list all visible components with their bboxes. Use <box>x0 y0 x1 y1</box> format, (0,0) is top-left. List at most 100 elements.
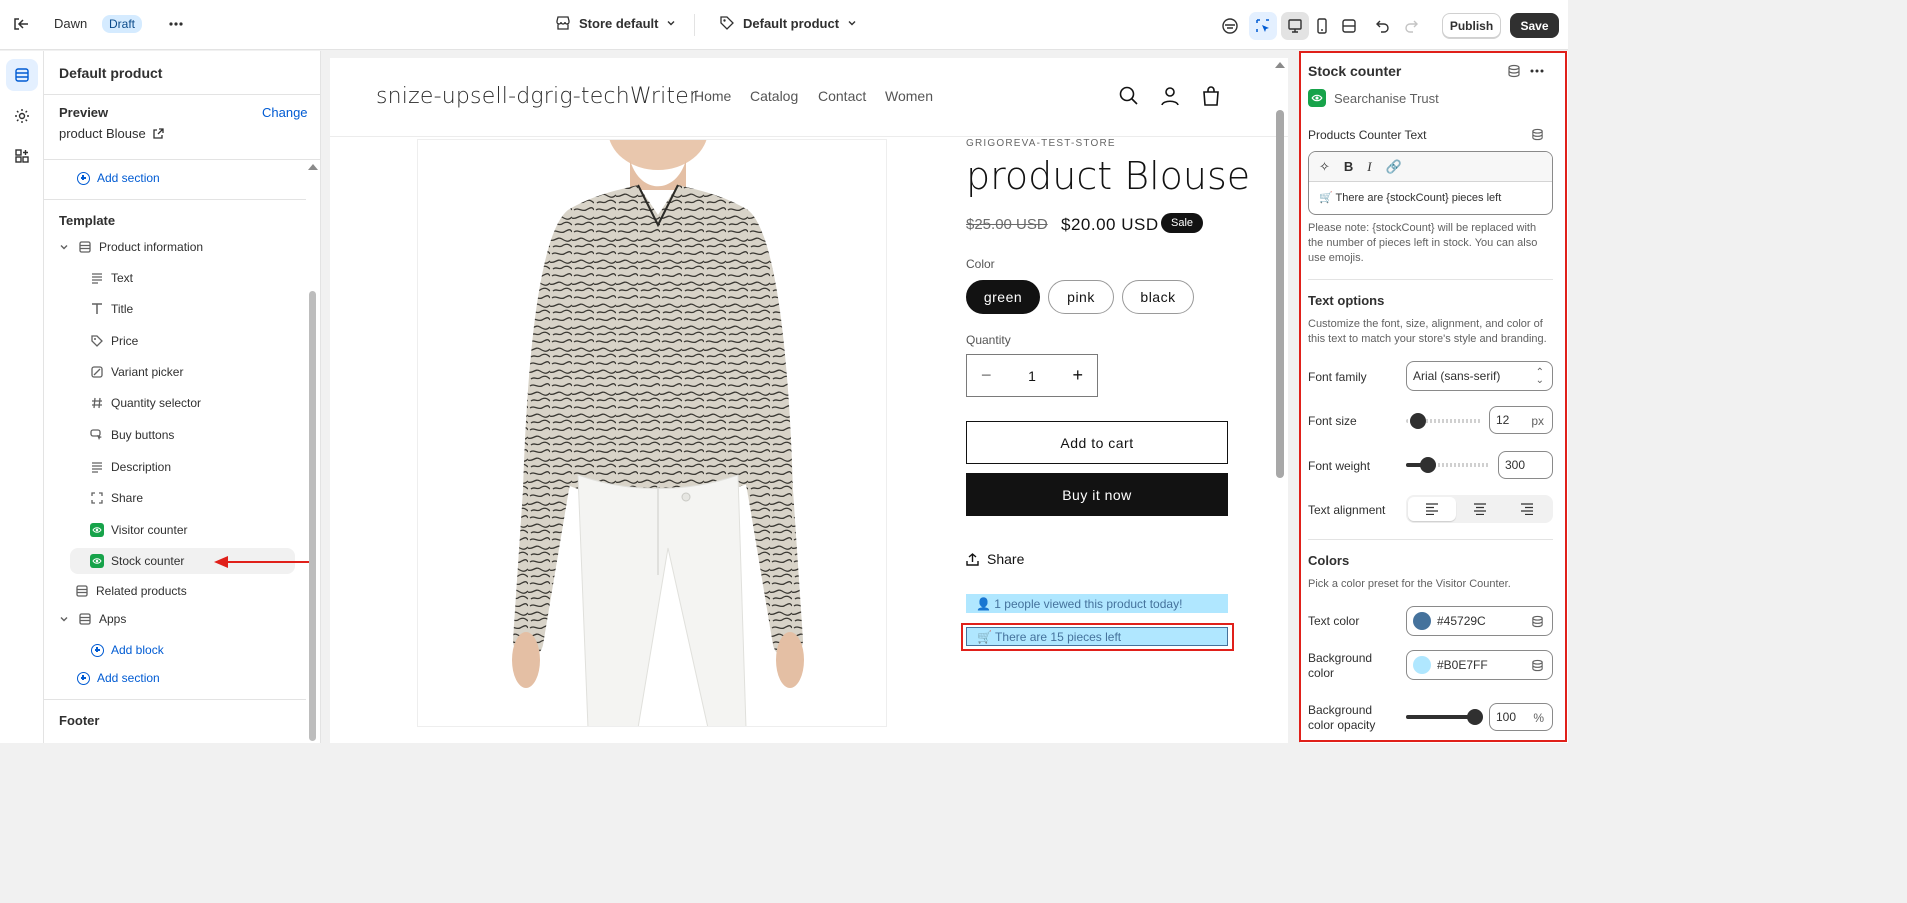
mobile-view-icon[interactable] <box>1308 12 1336 40</box>
block-label: Price <box>111 334 139 348</box>
cart-icon[interactable] <box>1199 84 1223 108</box>
bg-color-value[interactable]: #B0E7FF <box>1437 658 1488 672</box>
ai-assistant-icon[interactable] <box>1216 12 1244 40</box>
align-center-button[interactable] <box>1456 497 1504 521</box>
section-related-products[interactable]: Related products <box>74 578 320 604</box>
counter-text-editor[interactable]: ✧ B I 🔗 🛒 There are {stockCount} pieces … <box>1308 151 1553 215</box>
text-options-heading: Text options <box>1308 293 1385 308</box>
slider-handle[interactable] <box>1410 413 1426 429</box>
quantity-stepper[interactable]: − 1 + <box>966 354 1098 397</box>
font-family-select[interactable]: Arial (sans-serif) ⌃ ⌄ <box>1406 361 1553 391</box>
template-select[interactable]: Default product <box>719 15 857 31</box>
change-preview-link[interactable]: Change <box>262 105 308 120</box>
database-icon[interactable] <box>1531 659 1544 672</box>
font-size-slider[interactable] <box>1406 413 1481 429</box>
font-weight-value: 300 <box>1505 458 1526 472</box>
text-color-picker[interactable]: #45729C <box>1406 606 1553 636</box>
color-swatch[interactable] <box>1413 656 1431 674</box>
nav-home[interactable]: Home <box>694 88 731 104</box>
desktop-view-icon[interactable] <box>1281 12 1309 40</box>
add-block-label: Add block <box>111 643 164 657</box>
add-section-bottom-button[interactable]: Add section <box>77 671 160 685</box>
link-icon[interactable]: 🔗 <box>1386 159 1402 175</box>
unit-label: % <box>1533 711 1544 725</box>
block-title[interactable]: Title <box>89 296 320 322</box>
scroll-up-icon[interactable] <box>308 164 318 170</box>
block-price[interactable]: Price <box>89 328 320 354</box>
block-buy-buttons[interactable]: Buy buttons <box>89 422 320 448</box>
database-icon[interactable] <box>1531 128 1544 141</box>
add-block-button[interactable]: Add block <box>91 643 164 657</box>
fullscreen-view-icon[interactable] <box>1335 12 1363 40</box>
minus-icon[interactable]: − <box>981 365 992 386</box>
database-icon[interactable] <box>1507 64 1521 78</box>
settings-gear-icon[interactable] <box>6 100 38 132</box>
preview-product[interactable]: product Blouse <box>59 126 164 141</box>
scroll-up-icon[interactable] <box>1275 62 1285 68</box>
bg-opacity-slider[interactable] <box>1406 709 1483 725</box>
publish-button[interactable]: Publish <box>1442 13 1501 38</box>
panel-title: Default product <box>59 65 163 81</box>
font-weight-slider[interactable] <box>1406 457 1490 473</box>
apps-grid-icon[interactable] <box>6 140 38 172</box>
block-variant-picker[interactable]: Variant picker <box>89 359 320 385</box>
bg-opacity-input[interactable]: 100 % <box>1489 703 1553 731</box>
account-icon[interactable] <box>1158 84 1182 108</box>
color-option-pink[interactable]: pink <box>1048 280 1114 314</box>
store-name[interactable]: snize-upsell-dgrig-techWriter <box>376 84 698 109</box>
plus-icon[interactable]: + <box>1072 365 1083 386</box>
align-right-button[interactable] <box>1503 497 1551 521</box>
bg-opacity-label: Background color opacity <box>1308 703 1376 732</box>
font-weight-input[interactable]: 300 <box>1498 451 1553 479</box>
add-to-cart-button[interactable]: Add to cart <box>966 421 1228 464</box>
scrollbar[interactable] <box>309 291 316 741</box>
preview-label: Preview <box>59 105 109 120</box>
nav-contact[interactable]: Contact <box>818 88 866 104</box>
bg-color-picker[interactable]: #B0E7FF <box>1406 650 1553 680</box>
font-size-input[interactable]: 12 px <box>1489 406 1553 434</box>
section-product-information[interactable]: Product information <box>59 234 309 260</box>
more-options-icon[interactable] <box>1529 64 1545 78</box>
sections-icon[interactable] <box>6 59 38 91</box>
theme-name: Dawn <box>54 16 88 31</box>
exit-icon[interactable] <box>12 15 30 33</box>
color-option-green[interactable]: green <box>966 280 1040 314</box>
preview-scrollbar[interactable] <box>1276 110 1284 478</box>
more-actions-icon[interactable] <box>166 14 186 34</box>
section-apps[interactable]: Apps <box>59 606 309 632</box>
search-icon[interactable] <box>1117 84 1141 108</box>
color-option-black[interactable]: black <box>1122 280 1194 314</box>
buy-it-now-button[interactable]: Buy it now <box>966 473 1228 516</box>
quantity-value[interactable]: 1 <box>1028 368 1036 384</box>
chevron-down-icon[interactable] <box>59 242 69 252</box>
slider-handle[interactable] <box>1420 457 1436 473</box>
block-visitor-counter[interactable]: Visitor counter <box>89 517 320 543</box>
block-share[interactable]: Share <box>89 485 320 511</box>
redo-icon[interactable] <box>1398 12 1426 40</box>
share-button[interactable]: Share <box>966 551 1024 567</box>
block-quantity-selector[interactable]: Quantity selector <box>89 390 320 416</box>
text-color-value[interactable]: #45729C <box>1437 614 1486 628</box>
font-family-value: Arial (sans-serif) <box>1413 369 1501 383</box>
counter-text-input[interactable]: 🛒 There are {stockCount} pieces left <box>1309 182 1552 213</box>
block-text[interactable]: Text <box>89 265 320 291</box>
nav-women[interactable]: Women <box>885 88 933 104</box>
external-link-icon[interactable] <box>152 127 164 140</box>
bold-icon[interactable]: B <box>1344 159 1353 174</box>
store-select[interactable]: Store default <box>555 15 676 31</box>
ai-sparkle-icon[interactable]: ✧ <box>1319 159 1330 175</box>
undo-icon[interactable] <box>1368 12 1396 40</box>
block-description[interactable]: Description <box>89 454 320 480</box>
align-left-button[interactable] <box>1408 497 1456 521</box>
add-section-top-button[interactable]: Add section <box>77 171 160 185</box>
inspector-icon[interactable] <box>1249 12 1277 40</box>
chevron-down-icon[interactable] <box>59 614 69 624</box>
slider-handle[interactable] <box>1467 709 1483 725</box>
nav-catalog[interactable]: Catalog <box>750 88 798 104</box>
italic-icon[interactable]: I <box>1367 159 1371 175</box>
divider <box>44 699 306 700</box>
product-image[interactable] <box>417 139 887 727</box>
database-icon[interactable] <box>1531 615 1544 628</box>
save-button[interactable]: Save <box>1510 13 1559 38</box>
color-swatch[interactable] <box>1413 612 1431 630</box>
